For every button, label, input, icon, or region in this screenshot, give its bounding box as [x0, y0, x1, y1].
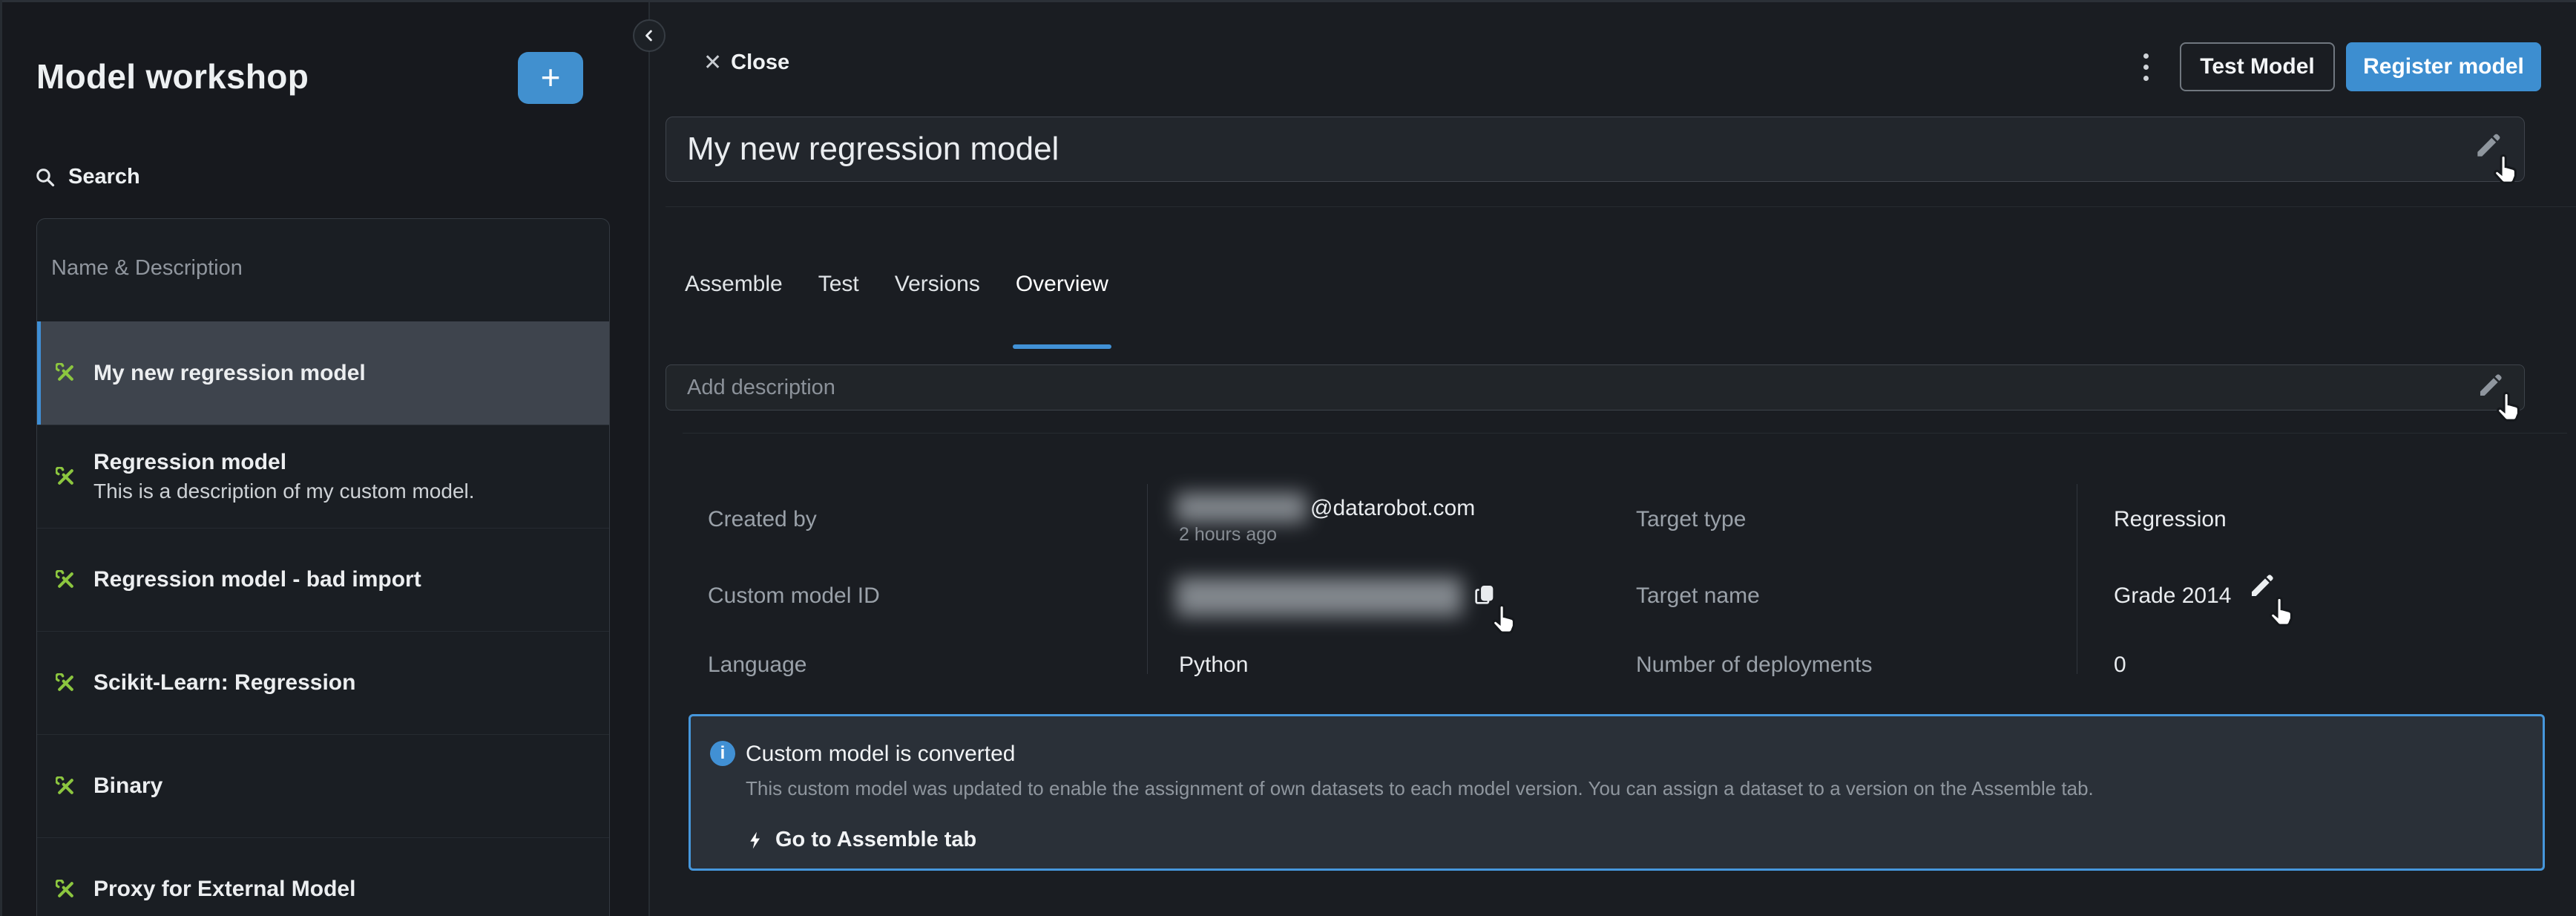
custom-model-id-label: Custom model ID — [708, 583, 880, 609]
model-list-item[interactable]: Binary — [37, 734, 609, 837]
close-button[interactable]: ✕ Close — [703, 50, 789, 75]
go-to-assemble-link[interactable]: Go to Assemble tab — [746, 828, 976, 852]
collapse-sidebar-button[interactable] — [633, 19, 666, 52]
description-divider — [683, 433, 2567, 434]
search-icon — [34, 166, 56, 189]
model-workshop-app: Model workshop + Search Name & Descripti… — [0, 0, 2576, 916]
custom-model-tools-icon — [56, 673, 76, 693]
lightning-bolt-icon — [746, 830, 766, 851]
page-title: Model workshop — [36, 56, 309, 96]
model-list-item[interactable]: Scikit-Learn: Regression — [37, 631, 609, 734]
test-model-button[interactable]: Test Model — [2180, 42, 2335, 91]
search-label: Search — [68, 165, 140, 189]
custom-model-tools-icon — [56, 880, 76, 900]
register-model-button[interactable]: Register model — [2346, 42, 2541, 91]
description-placeholder: Add description — [687, 376, 835, 400]
created-by-label: Created by — [708, 507, 817, 532]
target-name-value: Grade 2014 — [2114, 583, 2231, 609]
custom-model-tools-icon — [56, 363, 76, 383]
model-list-item[interactable]: Regression model This is a description o… — [37, 425, 609, 528]
model-list-item[interactable]: My new regression model — [37, 321, 609, 425]
created-by-redacted — [1176, 493, 1307, 523]
copy-icon[interactable] — [1472, 582, 1497, 607]
info-icon: i — [710, 741, 735, 766]
info-banner: i Custom model is converted This custom … — [689, 714, 2545, 871]
deployments-label: Number of deployments — [1636, 652, 1873, 678]
add-model-button[interactable]: + — [518, 52, 583, 104]
language-label: Language — [708, 652, 806, 678]
custom-model-tools-icon — [56, 776, 76, 796]
created-by-value: @datarobot.com — [1310, 496, 1475, 521]
edit-description-pencil-icon[interactable] — [2475, 371, 2505, 401]
model-list-panel: Name & Description My new regression mod… — [36, 218, 610, 916]
info-banner-title: Custom model is converted — [746, 742, 1016, 767]
model-title-text: My new regression model — [687, 131, 1059, 168]
tab-test[interactable]: Test — [818, 272, 859, 349]
model-list-item[interactable]: Regression model - bad import — [37, 528, 609, 631]
model-detail-panel: ✕ Close Test Model Register model My new… — [650, 0, 2576, 916]
model-description-field[interactable]: Add description — [666, 364, 2525, 410]
tab-bar: Assemble Test Versions Overview — [685, 272, 1108, 349]
target-type-value: Regression — [2114, 507, 2227, 532]
edit-title-pencil-icon[interactable] — [2472, 131, 2503, 162]
close-icon: ✕ — [703, 52, 722, 74]
left-edge-divider — [0, 0, 2, 916]
kebab-menu-icon[interactable] — [2135, 50, 2157, 84]
custom-model-id-redacted — [1176, 578, 1462, 616]
search-control[interactable]: Search — [34, 165, 140, 189]
edit-target-name-pencil-icon[interactable] — [2247, 572, 2276, 601]
model-list-header: Name & Description — [37, 219, 609, 321]
created-by-time: 2 hours ago — [1179, 524, 1277, 546]
tab-overview[interactable]: Overview — [1016, 272, 1108, 349]
top-edge-divider — [0, 0, 2576, 2]
chevron-left-icon — [640, 26, 659, 45]
tab-assemble[interactable]: Assemble — [685, 272, 783, 349]
custom-model-tools-icon — [56, 467, 76, 487]
plus-icon: + — [541, 60, 561, 94]
deployments-value: 0 — [2114, 652, 2126, 678]
sidebar: Model workshop + Search Name & Descripti… — [0, 0, 648, 916]
info-banner-body: This custom model was updated to enable … — [746, 777, 2094, 800]
custom-model-tools-icon — [56, 570, 76, 590]
header-divider — [666, 206, 2576, 207]
target-type-label: Target type — [1636, 507, 1746, 532]
details-column-divider — [1147, 484, 1148, 674]
target-name-label: Target name — [1636, 583, 1760, 609]
model-list-item[interactable]: Proxy for External Model — [37, 837, 609, 916]
tab-versions[interactable]: Versions — [895, 272, 980, 349]
language-value: Python — [1179, 652, 1248, 678]
model-title-field[interactable]: My new regression model — [666, 117, 2525, 182]
